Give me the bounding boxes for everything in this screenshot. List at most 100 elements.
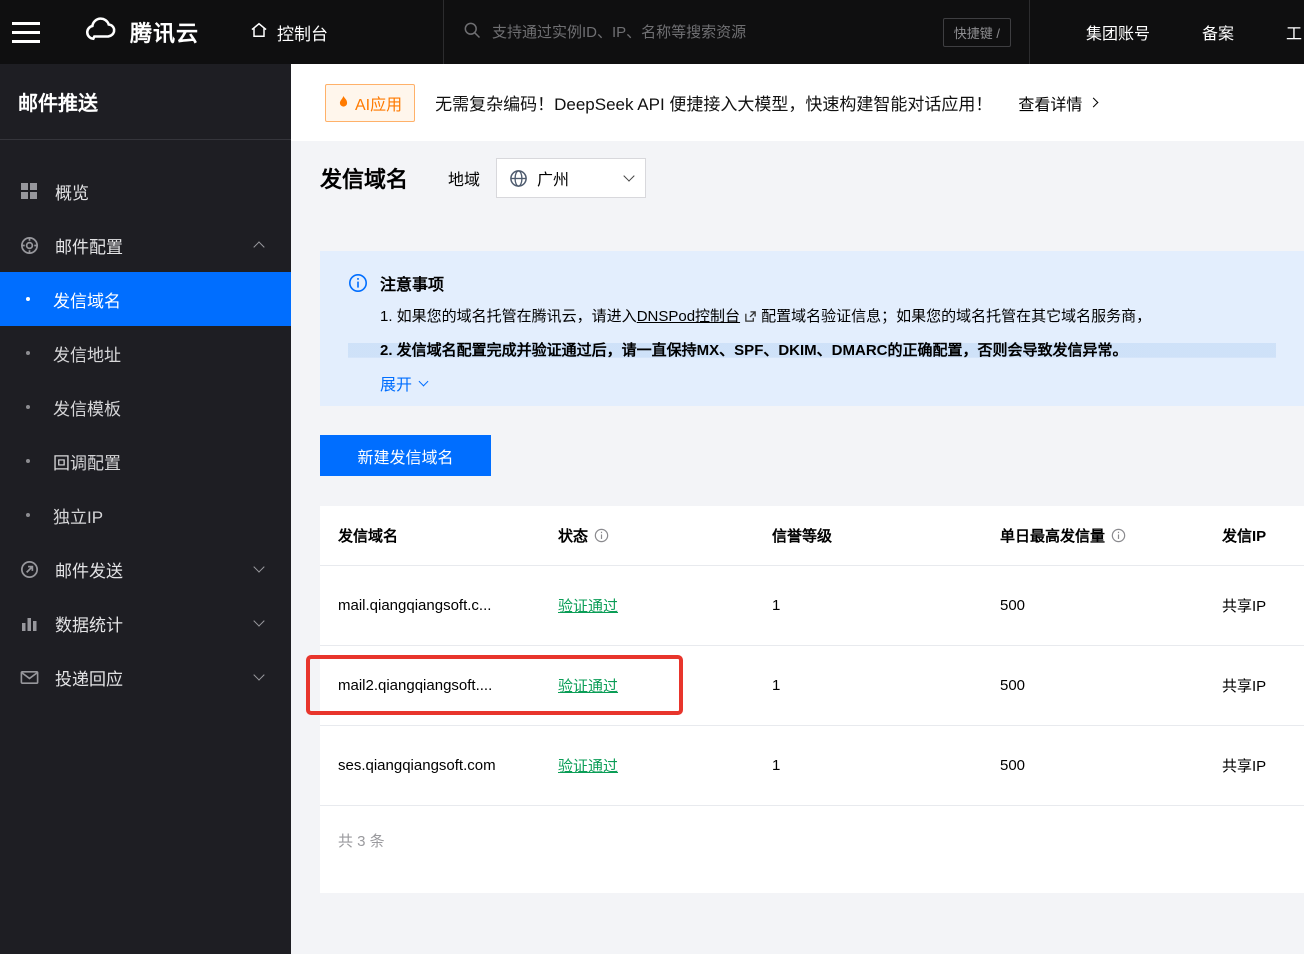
brand-logo[interactable]: 腾讯云 bbox=[84, 15, 199, 49]
ip-type-cell: 共享IP bbox=[1222, 598, 1267, 615]
region-value: 广州 bbox=[537, 172, 570, 189]
topbar-left: 腾讯云 控制台 bbox=[0, 0, 443, 64]
globe-icon bbox=[510, 169, 527, 187]
sidebar-item-data-stats[interactable]: 数据统计 bbox=[0, 596, 291, 650]
ip-type-cell: 共享IP bbox=[1222, 678, 1267, 695]
chevron-down-icon bbox=[623, 170, 635, 182]
column-header-daily-limit: 单日最高发信量 bbox=[982, 525, 1204, 546]
nav-icp-filing[interactable]: 备案 bbox=[1202, 20, 1234, 44]
bar-chart-icon bbox=[18, 612, 40, 634]
chevron-down-icon bbox=[253, 561, 265, 573]
ip-type-cell: 共享IP bbox=[1222, 758, 1267, 775]
status-link[interactable]: 验证通过 bbox=[558, 595, 618, 616]
info-icon bbox=[349, 274, 367, 292]
create-sender-domain-button[interactable]: 新建发信域名 bbox=[320, 435, 491, 476]
domain-cell: mail.qiangqiangsoft.c... bbox=[338, 597, 492, 614]
page-title: 发信域名 bbox=[320, 167, 409, 192]
global-search: 快捷键 / bbox=[443, 0, 1030, 64]
sidebar-item-label: 邮件配置 bbox=[55, 237, 123, 257]
sidebar-subitem-sender-address[interactable]: 发信地址 bbox=[0, 326, 291, 380]
table-header-row: 发信域名 状态 信誉等级 单日最高发信量 发信IP bbox=[320, 506, 1304, 566]
ai-badge-label: AI应用 bbox=[355, 96, 403, 114]
table-row: mail.qiangqiangsoft.c... 验证通过 1 500 共享IP bbox=[320, 566, 1304, 646]
sidebar-subitem-callback-config[interactable]: 回调配置 bbox=[0, 434, 291, 488]
search-input[interactable] bbox=[492, 23, 943, 41]
page-header: 发信域名 地域 广州 bbox=[291, 141, 1304, 215]
notice-line1-prefix: 1. 如果您的域名托管在腾讯云，请进入 bbox=[380, 308, 637, 325]
sidebar-item-delivery-reply[interactable]: 投递回应 bbox=[0, 650, 291, 704]
notice-panel: 注意事项 1. 如果您的域名托管在腾讯云，请进入DNSPod控制台 配置域名验证信… bbox=[320, 251, 1304, 406]
column-header-domain: 发信域名 bbox=[338, 528, 399, 545]
expand-toggle[interactable]: 展开 bbox=[348, 371, 1276, 395]
sidebar-subitem-label: 发信地址 bbox=[53, 345, 121, 365]
sidebar-subitem-label: 独立IP bbox=[53, 507, 104, 527]
bullet-dot-icon bbox=[26, 459, 30, 463]
column-header-status: 状态 bbox=[540, 525, 754, 546]
sidebar-item-label: 概览 bbox=[55, 183, 89, 203]
bullet-dot-icon bbox=[26, 405, 30, 409]
grid-icon bbox=[18, 180, 40, 202]
chevron-down-icon bbox=[418, 376, 429, 386]
sidebar-subitem-label: 回调配置 bbox=[53, 453, 121, 473]
ai-badge[interactable]: AI应用 bbox=[325, 83, 416, 122]
home-icon bbox=[249, 20, 269, 45]
console-link[interactable]: 控制台 bbox=[249, 20, 328, 45]
daily-limit-cell: 500 bbox=[1000, 677, 1026, 694]
sidebar-subitem-dedicated-ip[interactable]: 独立IP bbox=[0, 488, 291, 542]
sidebar-item-mail-config[interactable]: 邮件配置 bbox=[0, 218, 291, 272]
notice-title: 注意事项 bbox=[380, 277, 445, 294]
table-row: ses.qiangqiangsoft.com 验证通过 1 500 共享IP bbox=[320, 726, 1304, 806]
notice-line1-suffix: 配置域名验证信息；如果您的域名托管在其它域名服务商， bbox=[761, 308, 1152, 325]
sidebar-subitem-label: 发信域名 bbox=[53, 291, 121, 311]
gear-icon bbox=[18, 234, 40, 256]
send-icon bbox=[18, 558, 40, 580]
sidebar: 邮件推送 概览 邮件配置 发信域名 发信地址 发信模板 回调配置 独立IP 邮件… bbox=[0, 64, 291, 954]
nav-tools[interactable]: 工 bbox=[1286, 20, 1302, 44]
nav-group-account[interactable]: 集团账号 bbox=[1086, 20, 1150, 44]
sidebar-item-mail-send[interactable]: 邮件发送 bbox=[0, 542, 291, 596]
external-link-icon bbox=[744, 308, 757, 329]
info-icon[interactable] bbox=[594, 528, 609, 543]
daily-limit-cell: 500 bbox=[1000, 597, 1026, 614]
notice-line-1: 1. 如果您的域名托管在腾讯云，请进入DNSPod控制台 配置域名验证信息；如果您… bbox=[348, 306, 1276, 329]
table-row: mail2.qiangqiangsoft.... 验证通过 1 500 共享IP bbox=[320, 646, 1304, 726]
hamburger-menu-icon[interactable] bbox=[0, 0, 54, 64]
sidebar-subitem-label: 发信模板 bbox=[53, 399, 121, 419]
region-label: 地域 bbox=[448, 172, 481, 189]
sender-domain-table: 发信域名 状态 信誉等级 单日最高发信量 发信IP mail.qiangqian… bbox=[320, 506, 1304, 893]
domain-cell: mail2.qiangqiangsoft.... bbox=[338, 677, 493, 694]
banner-detail-link[interactable]: 查看详情 bbox=[1018, 91, 1099, 115]
topbar-nav: 集团账号 备案 工 bbox=[1030, 0, 1304, 64]
status-link[interactable]: 验证通过 bbox=[558, 755, 618, 776]
banner-link-label: 查看详情 bbox=[1018, 96, 1083, 114]
status-link[interactable]: 验证通过 bbox=[558, 675, 618, 696]
notice-header: 注意事项 bbox=[348, 271, 1276, 295]
reputation-cell: 1 bbox=[772, 677, 781, 694]
sidebar-item-label: 邮件发送 bbox=[55, 561, 123, 581]
reputation-cell: 1 bbox=[772, 757, 781, 774]
notice-line-2: 2. 发信域名配置完成并验证通过后，请一直保持MX、SPF、DKIM、DMARC… bbox=[348, 340, 1276, 361]
sidebar-item-label: 数据统计 bbox=[55, 615, 123, 635]
region-select[interactable]: 广州 bbox=[496, 158, 647, 198]
dnspod-console-link[interactable]: DNSPod控制台 bbox=[637, 308, 740, 325]
chevron-right-icon bbox=[1088, 97, 1099, 108]
sidebar-subitem-sender-template[interactable]: 发信模板 bbox=[0, 380, 291, 434]
table-total-count: 共 3 条 bbox=[338, 833, 385, 850]
daily-limit-cell: 500 bbox=[1000, 757, 1026, 774]
envelope-icon bbox=[18, 666, 40, 688]
chevron-down-icon bbox=[253, 615, 265, 627]
search-icon bbox=[462, 20, 482, 45]
banner-message: 无需复杂编码！DeepSeek API 便捷接入大模型，快速构建智能对话应用！ bbox=[435, 95, 993, 114]
shortcut-badge: 快捷键 / bbox=[942, 17, 1011, 47]
ai-promo-banner: AI应用 无需复杂编码！DeepSeek API 便捷接入大模型，快速构建智能对… bbox=[291, 64, 1304, 141]
flame-icon bbox=[339, 96, 348, 107]
sidebar-subitem-sender-domain[interactable]: 发信域名 bbox=[0, 272, 291, 326]
sidebar-item-overview[interactable]: 概览 bbox=[0, 164, 291, 218]
topbar: 腾讯云 控制台 快捷键 / 集团账号 备案 工 bbox=[0, 0, 1304, 64]
expand-label: 展开 bbox=[380, 377, 413, 394]
sidebar-menu: 概览 邮件配置 发信域名 发信地址 发信模板 回调配置 独立IP 邮件发送 数据… bbox=[0, 164, 291, 704]
info-icon[interactable] bbox=[1111, 528, 1126, 543]
bullet-dot-icon bbox=[26, 351, 30, 355]
console-label: 控制台 bbox=[277, 24, 329, 44]
domain-cell: ses.qiangqiangsoft.com bbox=[338, 757, 496, 774]
